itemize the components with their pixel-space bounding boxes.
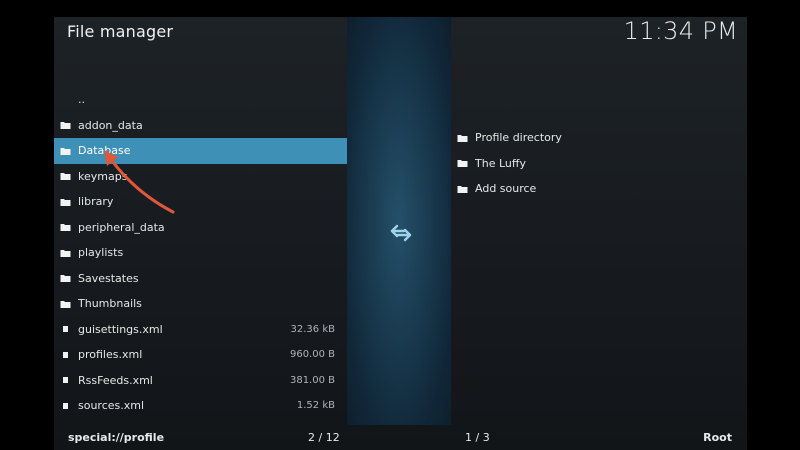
folder-icon <box>457 160 468 168</box>
file-icon <box>63 402 68 409</box>
list-item[interactable]: guisettings.xml 32.36 kB <box>54 317 347 343</box>
right-footer-count: 1 / 3 <box>465 431 490 444</box>
list-item-label: Database <box>78 144 131 158</box>
list-item-label: addon_data <box>78 118 143 132</box>
swap-arrows-icon[interactable] <box>389 223 413 243</box>
list-item[interactable]: Add source <box>451 176 747 202</box>
folder-icon <box>60 300 71 308</box>
left-footer-path: special://profile <box>68 431 165 444</box>
list-item[interactable]: addon_data <box>54 113 347 139</box>
file-size: 1.52 kB <box>296 400 335 412</box>
file-icon <box>63 326 68 333</box>
list-item-label: library <box>78 195 114 209</box>
list-item[interactable]: profiles.xml 960.00 B <box>54 342 347 368</box>
folder-icon <box>457 134 468 142</box>
list-item-label: peripheral_data <box>78 220 165 234</box>
folder-icon <box>60 147 71 155</box>
list-item[interactable]: The Luffy <box>451 151 747 177</box>
folder-icon <box>60 198 71 206</box>
folder-icon <box>60 173 71 181</box>
screen: File manager 11:34 PM .. addon_data Databa… <box>0 0 800 450</box>
clock: 11:34 PM <box>623 17 738 45</box>
file-size: 381.00 B <box>289 374 335 386</box>
list-item-label: The Luffy <box>475 156 526 170</box>
file-icon <box>63 351 68 358</box>
list-item-label: Thumbnails <box>78 297 142 311</box>
list-item-label: Add source <box>475 182 537 196</box>
file-size: 32.36 kB <box>290 323 335 335</box>
list-item[interactable]: .. <box>54 87 347 113</box>
list-item[interactable]: sources.xml 1.52 kB <box>54 393 347 419</box>
folder-icon <box>60 224 71 232</box>
folder-icon <box>457 185 468 193</box>
list-item[interactable]: playlists <box>54 240 347 266</box>
folder-icon <box>60 249 71 257</box>
list-item-label: .. <box>78 93 85 107</box>
list-item-label: Savestates <box>78 271 139 285</box>
left-file-list: .. addon_data Database keymaps library periph… <box>54 87 347 419</box>
center-divider <box>347 17 451 425</box>
file-icon <box>63 377 68 384</box>
list-item[interactable]: library <box>54 189 347 215</box>
list-item[interactable]: RssFeeds.xml 381.00 B <box>54 368 347 394</box>
left-footer-count: 2 / 12 <box>308 431 340 444</box>
list-item[interactable]: Thumbnails <box>54 291 347 317</box>
file-manager-window: File manager 11:34 PM .. addon_data Databa… <box>54 17 747 450</box>
list-item[interactable]: Profile directory <box>451 125 747 151</box>
list-item[interactable]: Savestates <box>54 266 347 292</box>
list-item-label: Profile directory <box>475 131 562 145</box>
right-footer-path: Root <box>703 431 732 444</box>
page-title: File manager <box>67 22 174 41</box>
folder-icon <box>60 275 71 283</box>
list-item[interactable]: Database <box>54 138 347 164</box>
list-item[interactable]: peripheral_data <box>54 215 347 241</box>
file-size: 960.00 B <box>289 349 335 361</box>
list-item-label: keymaps <box>78 169 128 183</box>
folder-icon <box>60 122 71 130</box>
list-item-label: playlists <box>78 246 124 260</box>
right-source-list: Profile directory The Luffy Add source <box>451 125 747 202</box>
list-item[interactable]: keymaps <box>54 164 347 190</box>
